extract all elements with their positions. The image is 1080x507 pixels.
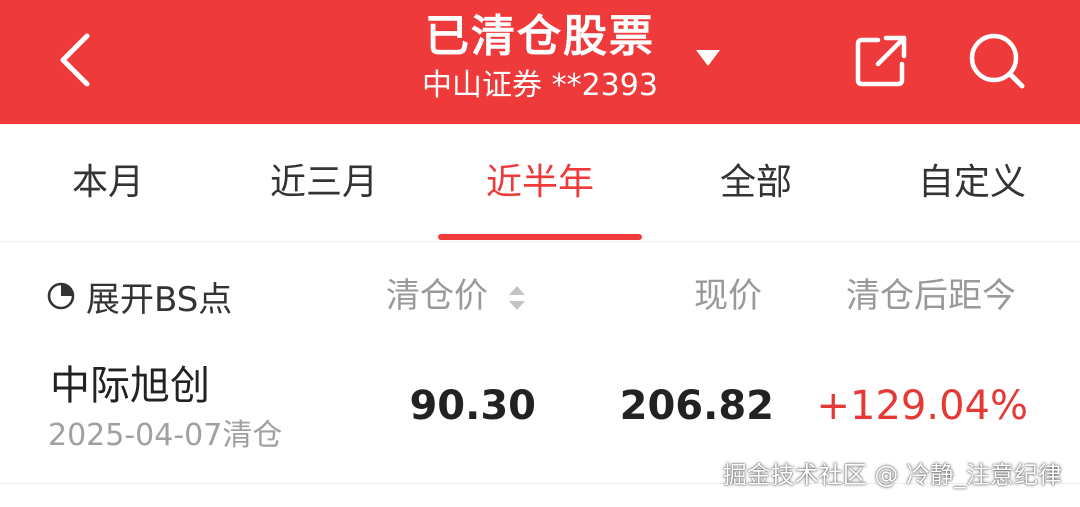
column-header: 展开BS点 清仓价 现价 清仓后距今 (0, 242, 1080, 348)
account-subtitle: 中山证券 **2393 (422, 68, 658, 103)
tab-custom[interactable]: 自定义 (864, 124, 1080, 242)
top-bar: 已清仓股票 中山证券 **2393 (0, 0, 1080, 124)
search-button[interactable] (962, 26, 1032, 96)
clear-price-header-label: 清仓价 (386, 276, 488, 316)
current-price-header: 现价 (694, 276, 762, 316)
chevron-left-icon (60, 33, 90, 87)
expand-bs-toggle[interactable]: 展开BS点 (46, 268, 232, 324)
page-title: 已清仓股票 (425, 11, 655, 62)
clear-price-header[interactable]: 清仓价 (386, 268, 527, 324)
tab-this-month[interactable]: 本月 (0, 124, 216, 242)
search-icon (969, 33, 1025, 89)
change-percent-value: +129.04% (816, 383, 1028, 429)
tab-half-year[interactable]: 近半年 (432, 124, 648, 242)
triangle-down-icon (696, 50, 720, 66)
tab-all[interactable]: 全部 (648, 124, 864, 242)
period-tabs: 本月 近三月 近半年 全部 自定义 (0, 124, 1080, 242)
tab-three-months[interactable]: 近三月 (216, 124, 432, 242)
share-icon (855, 35, 907, 87)
title-block[interactable]: 已清仓股票 中山证券 **2393 (380, 10, 700, 114)
change-since-clear-header: 清仓后距今 (846, 276, 1016, 316)
stock-name: 中际旭创 (50, 363, 210, 409)
current-price-value: 206.82 (619, 383, 774, 429)
clear-price-value: 90.30 (409, 383, 536, 429)
back-button[interactable] (44, 28, 104, 92)
active-tab-indicator (438, 234, 642, 240)
account-dropdown-button[interactable] (686, 38, 730, 78)
watermark: 掘金技术社区 @ 冷静_注意纪律 (722, 461, 1062, 489)
half-circle-icon (47, 282, 75, 310)
sort-icon (508, 285, 525, 310)
expand-bs-label: 展开BS点 (86, 279, 233, 320)
share-button[interactable] (846, 26, 916, 96)
clear-date: 2025-04-07清仓 (48, 418, 283, 453)
